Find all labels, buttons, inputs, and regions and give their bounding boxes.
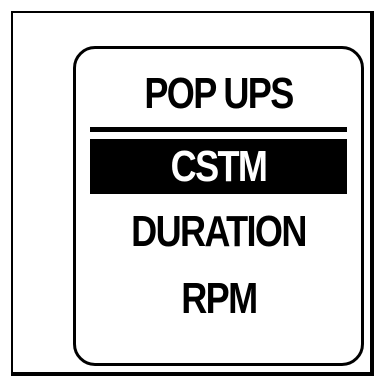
title-divider — [90, 127, 347, 132]
menu-item-duration[interactable]: DURATION — [76, 204, 361, 259]
menu-item-label: DURATION — [131, 207, 307, 256]
menu-item-cstm-alrms[interactable]: CSTM ALRMS — [90, 139, 347, 246]
screen-title: POP UPS — [144, 69, 294, 118]
menu-item-rpm[interactable]: RPM — [76, 271, 361, 326]
menu-item-label: RPM — [180, 274, 258, 323]
gauge-display: POP UPS CSTM ALRMS DURATION RPM — [73, 46, 364, 366]
gauge-frame: POP UPS CSTM ALRMS DURATION RPM — [11, 11, 374, 376]
